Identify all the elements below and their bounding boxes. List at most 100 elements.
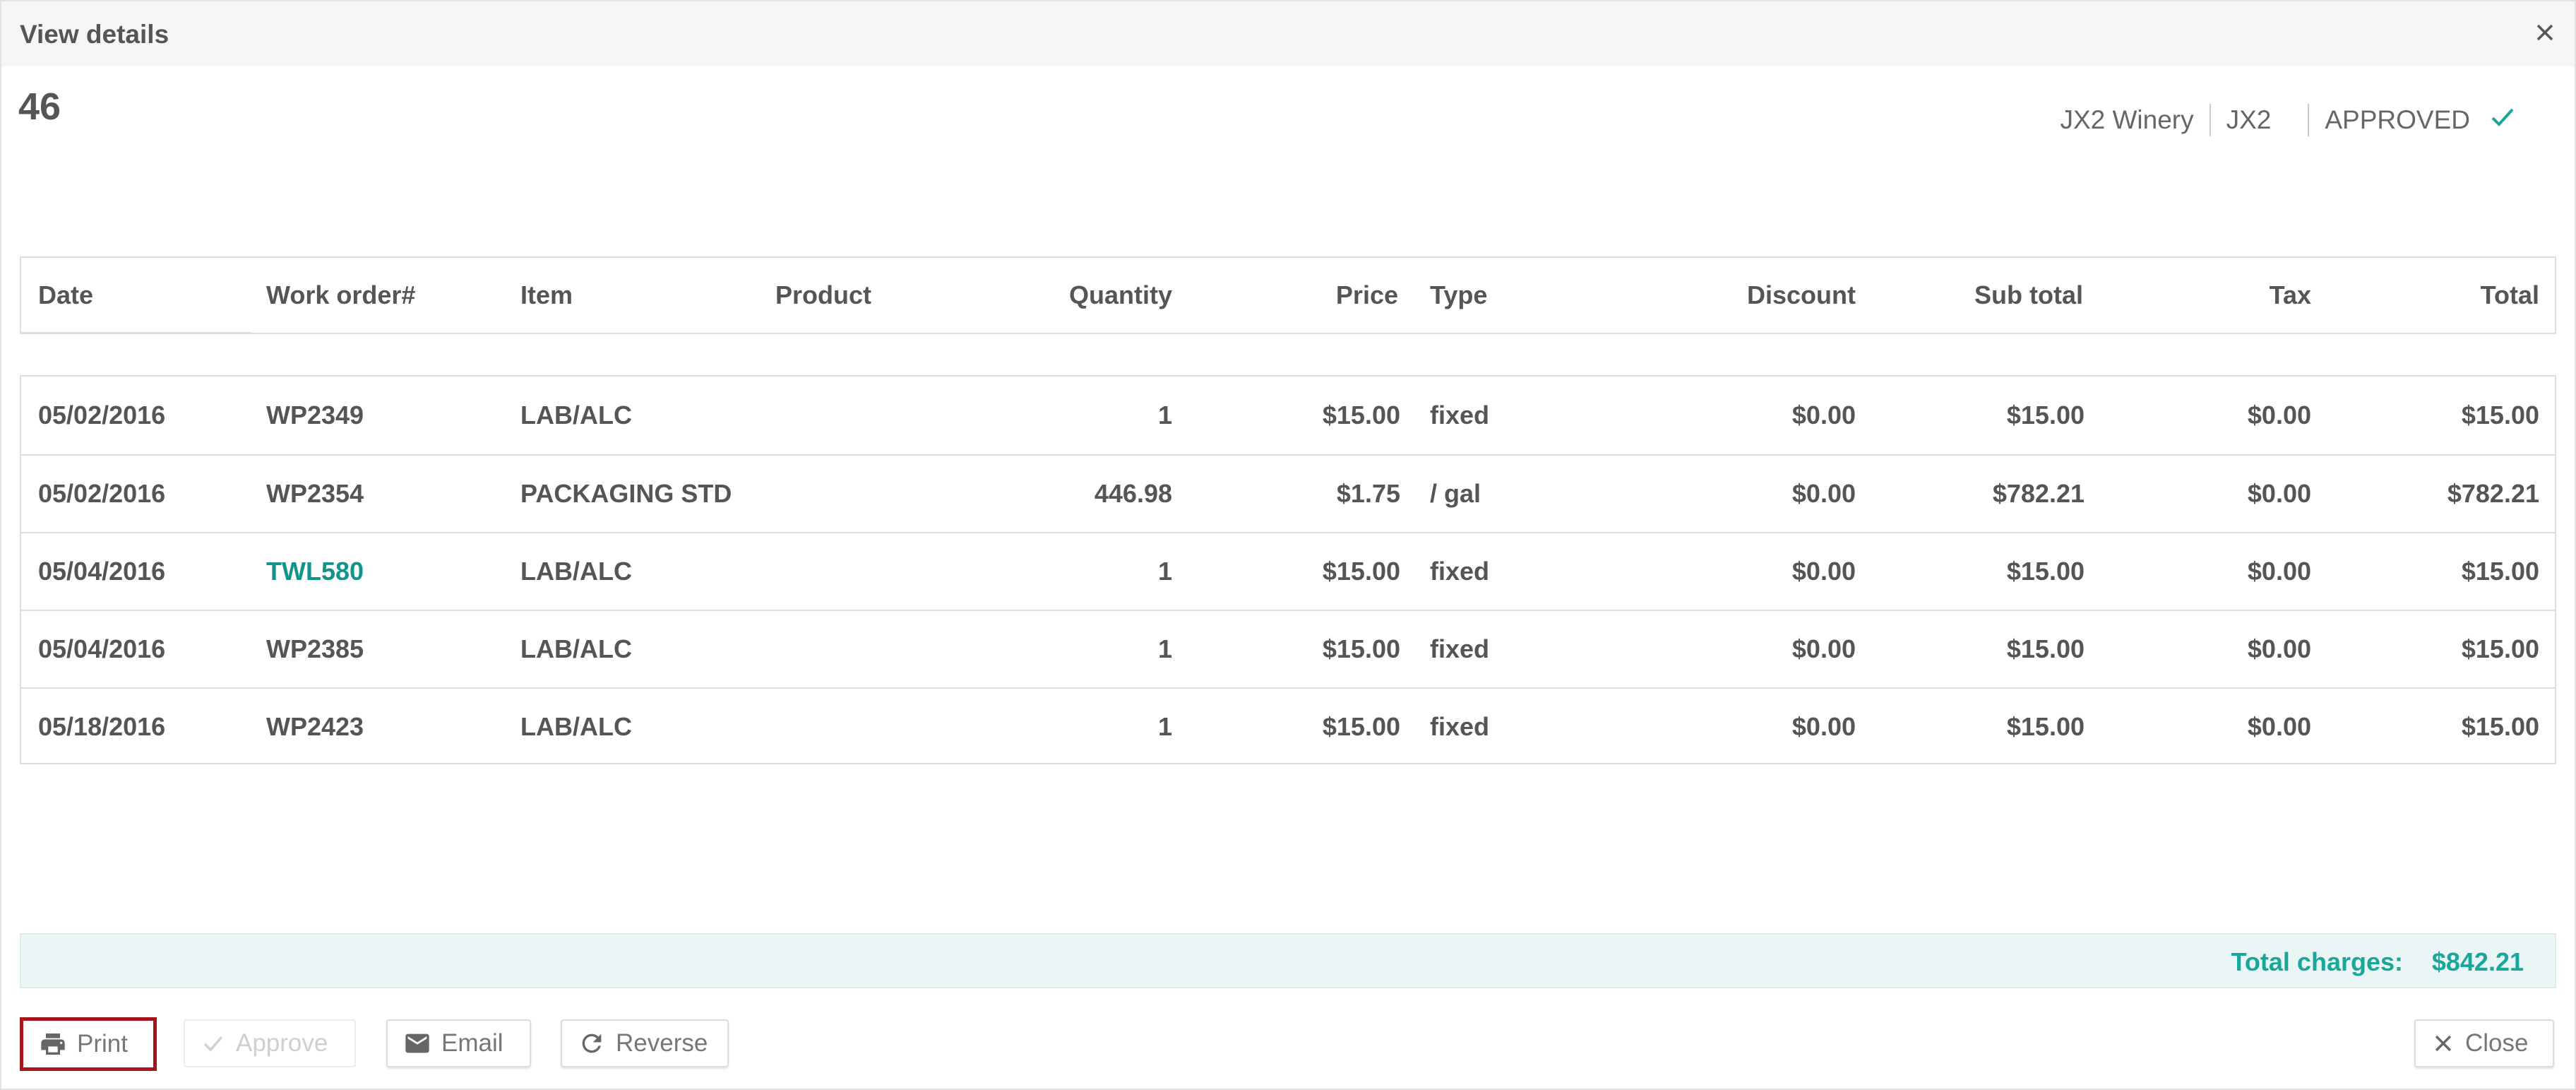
check-icon [2491,108,2514,126]
total-charges-value: $842.21 [2431,947,2524,976]
work-order-link[interactable]: TWL580 [266,533,364,610]
table-row[interactable]: 05/04/2016 WP2385 LAB/ALC 1 $15.00 fixed… [21,610,2555,687]
header-meta: JX2 Winery JX2 APPROVED [2060,104,2517,136]
cell-quantity: 1 [1157,712,1172,741]
envelope-icon [403,1029,431,1058]
check-icon [201,1031,226,1056]
cell-work-order: WP2385 [266,634,364,663]
cell-date: 05/04/2016 [38,634,166,663]
cell-quantity: 1 [1157,557,1172,586]
print-button[interactable]: Print [20,1017,157,1071]
cell-subtotal: $15.00 [2006,634,2085,663]
view-details-dialog: View details 46 JX2 Winery JX2 APPROVED … [0,0,2576,1090]
document-number: 46 [18,85,61,128]
table-row[interactable]: 05/18/2016 WP2423 LAB/ALC 1 $15.00 fixed… [21,687,2555,765]
cell-quantity: 1 [1157,401,1172,430]
approve-button[interactable]: Approve [184,1019,356,1067]
cell-price: $15.00 [1322,712,1400,741]
cell-total: $15.00 [2461,401,2539,430]
cell-discount: $0.00 [1791,634,1856,663]
close-icon [2536,24,2553,41]
column-header-type[interactable]: Type [1430,258,1487,333]
email-label: Email [441,1029,503,1057]
column-header-tax[interactable]: Tax [2175,258,2311,333]
sort-indicator [21,332,251,334]
column-header-product[interactable]: Product [775,258,871,333]
dialog-title: View details [20,20,169,49]
approve-label: Approve [236,1029,328,1057]
table-row[interactable]: 05/02/2016 WP2354 PACKAGING STD 446.98 $… [21,454,2555,532]
column-header-total[interactable]: Total [2351,258,2539,333]
cell-item: LAB/ALC [520,401,632,430]
column-header-price[interactable]: Price [1257,258,1398,333]
cell-price: $15.00 [1322,557,1400,586]
cell-date: 05/18/2016 [38,712,166,741]
meta-divider [2209,104,2211,136]
cell-item: LAB/ALC [520,634,632,663]
cell-work-order: WP2423 [266,712,364,741]
close-button[interactable]: Close [2414,1019,2554,1067]
cell-subtotal: $782.21 [1992,479,2085,508]
cell-item: LAB/ALC [520,712,632,741]
printer-icon [39,1030,67,1058]
column-header-subtotal[interactable]: Sub total [1892,258,2083,333]
close-icon [2431,1031,2455,1055]
reverse-label: Reverse [616,1029,708,1057]
cell-price: $1.75 [1336,479,1400,508]
cell-date: 05/02/2016 [38,401,166,430]
table-header: Date Work order# Item Product Quantity P… [20,256,2556,334]
cell-type: / gal [1430,479,1481,508]
cell-item: LAB/ALC [520,557,632,586]
cell-tax: $0.00 [2247,712,2311,741]
cell-type: fixed [1430,557,1490,586]
cell-type: fixed [1430,634,1490,663]
close-dialog-button[interactable] [2528,16,2562,49]
meta-divider [2308,104,2310,136]
reverse-button[interactable]: Reverse [561,1019,729,1067]
close-label: Close [2465,1029,2529,1057]
column-header-work-order[interactable]: Work order# [266,258,415,333]
cell-total: $782.21 [2447,479,2539,508]
table-row[interactable]: 05/02/2016 WP2349 LAB/ALC 1 $15.00 fixed… [21,377,2555,454]
cell-quantity: 446.98 [1094,479,1172,508]
winery-code: JX2 [2226,105,2272,134]
cell-type: fixed [1430,401,1490,430]
status-badge: APPROVED [2325,105,2470,134]
cell-subtotal: $15.00 [2006,401,2085,430]
cell-tax: $0.00 [2247,479,2311,508]
cell-date: 05/04/2016 [38,557,166,586]
cell-work-order: WP2349 [266,401,364,430]
cell-subtotal: $15.00 [2006,712,2085,741]
cell-total: $15.00 [2461,712,2539,741]
dialog-titlebar: View details [1,1,2575,66]
cell-total: $15.00 [2461,634,2539,663]
total-charges-label: Total charges: [2231,947,2403,976]
cell-type: fixed [1430,712,1490,741]
winery-name: JX2 Winery [2060,105,2194,134]
cell-work-order: WP2354 [266,479,364,508]
column-header-discount[interactable]: Discount [1645,258,1856,333]
column-header-date[interactable]: Date [38,258,93,333]
cell-total: $15.00 [2461,557,2539,586]
cell-discount: $0.00 [1791,557,1856,586]
cell-subtotal: $15.00 [2006,557,2085,586]
table-row[interactable]: 05/04/2016 TWL580 LAB/ALC 1 $15.00 fixed… [21,532,2555,610]
refresh-icon [578,1029,606,1058]
print-label: Print [77,1030,128,1058]
cell-tax: $0.00 [2247,634,2311,663]
cell-tax: $0.00 [2247,401,2311,430]
column-header-quantity[interactable]: Quantity [939,258,1172,333]
cell-date: 05/02/2016 [38,479,166,508]
column-header-item[interactable]: Item [520,258,573,333]
table-body: 05/02/2016 WP2349 LAB/ALC 1 $15.00 fixed… [20,375,2556,764]
cell-discount: $0.00 [1791,712,1856,741]
cell-quantity: 1 [1157,634,1172,663]
cell-price: $15.00 [1322,634,1400,663]
email-button[interactable]: Email [386,1019,531,1067]
total-charges-bar: Total charges: $842.21 [20,933,2556,988]
cell-discount: $0.00 [1791,401,1856,430]
cell-price: $15.00 [1322,401,1400,430]
cell-tax: $0.00 [2247,557,2311,586]
cell-item: PACKAGING STD [520,479,732,508]
cell-discount: $0.00 [1791,479,1856,508]
